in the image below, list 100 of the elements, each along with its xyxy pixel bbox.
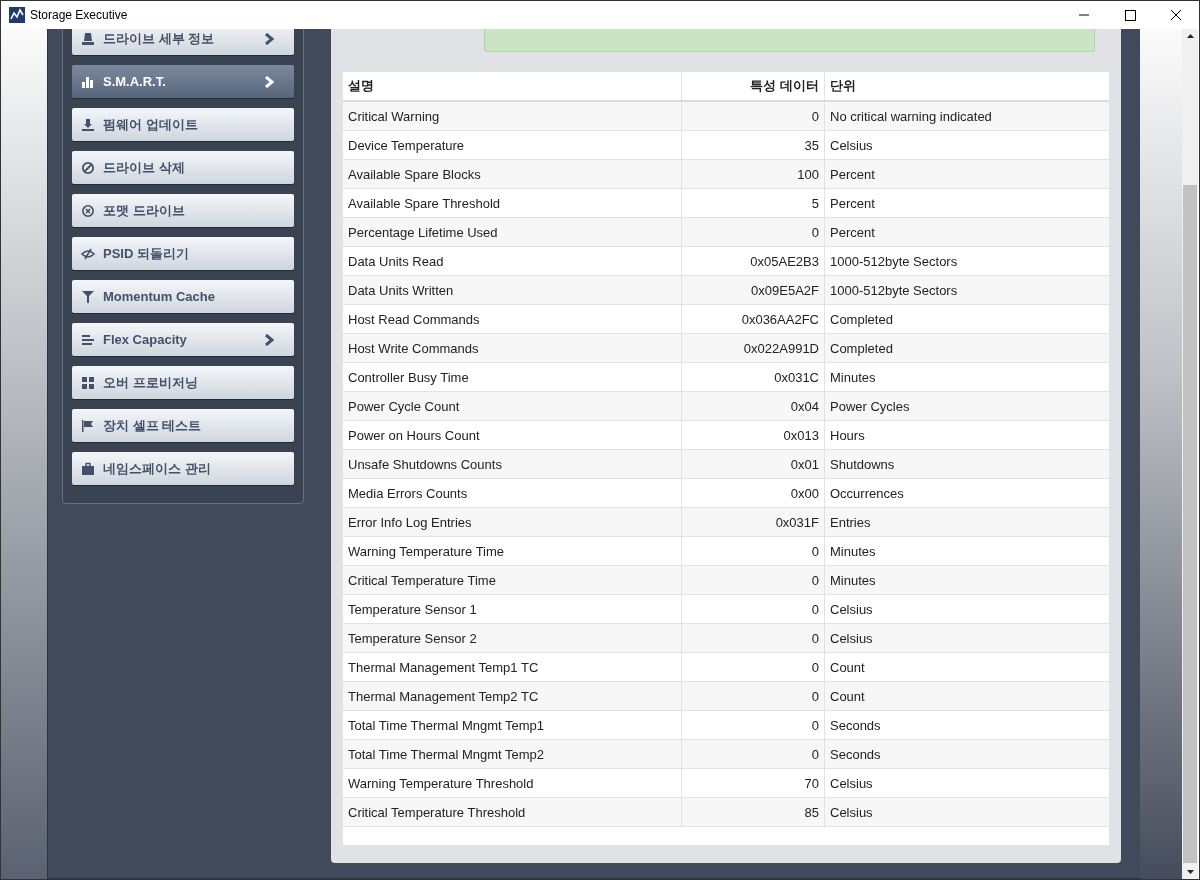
table-cell-text: Shutdowns (829, 455, 896, 474)
table-cell: 0 (682, 102, 825, 130)
table-cell: 0x00 (682, 479, 825, 507)
chevron-right-icon (264, 75, 274, 88)
table-cell: 0 (682, 566, 825, 594)
table-cell-text: Celsius (829, 803, 874, 822)
sidebar-item[interactable]: 드라이브 삭제 (72, 151, 294, 184)
table-cell: Unsafe Shutdowns Counts (343, 450, 682, 478)
sidebar-item[interactable]: 펌웨어 업데이트 (72, 108, 294, 141)
table-cell: 0x031F (682, 508, 825, 536)
table-cell-text: Celsius (829, 136, 874, 155)
table-cell: Critical Warning (343, 102, 682, 130)
table-cell-text: Minutes (829, 368, 877, 387)
column-header: 단위 (829, 77, 857, 95)
sidebar-icon (81, 461, 95, 476)
table-cell: Power Cycle Count (343, 392, 682, 420)
table-cell-text: No critical warning indicated (829, 107, 993, 126)
table-cell: 0x05AE2B3 (682, 247, 825, 275)
table-cell-text: Percent (829, 194, 876, 213)
table-cell: 0 (682, 624, 825, 652)
table-cell: Power on Hours Count (343, 421, 682, 449)
table-cell: Critical Temperature Threshold (343, 798, 682, 826)
table-cell: 0x036AA2FC (682, 305, 825, 333)
app-logo-icon (9, 7, 25, 23)
table-cell-text: 1000-512byte Sectors (829, 281, 959, 300)
table-cell-text: Celsius (829, 774, 874, 793)
table-cell: Warning Temperature Time (343, 537, 682, 565)
sidebar-icon (81, 375, 95, 390)
table-cell: Temperature Sensor 1 (343, 595, 682, 623)
table-cell: 0x013 (682, 421, 825, 449)
table-cell: 0 (682, 740, 825, 768)
table-cell-text: Seconds (829, 716, 882, 735)
table-cell-text: Entries (829, 513, 872, 532)
sidebar-item[interactable]: 장치 셀프 테스트 (72, 409, 294, 442)
table-cell: Available Spare Blocks (343, 160, 682, 188)
table-cell: 100 (682, 160, 825, 188)
table-cell: Data Units Read (343, 247, 682, 275)
table-cell-text: Power Cycles (829, 397, 911, 416)
sidebar-item[interactable]: 드라이브 세부 정보 (72, 29, 294, 55)
table-cell: 35 (682, 131, 825, 159)
sidebar-icon (81, 74, 95, 89)
sidebar-icon (81, 203, 95, 218)
table-cell: Error Info Log Entries (343, 508, 682, 536)
scrollbar-thumb[interactable] (1183, 185, 1197, 863)
table-cell: Temperature Sensor 2 (343, 624, 682, 652)
table-cell-text: Celsius (829, 629, 874, 648)
chevron-right-icon (264, 32, 274, 45)
table-cell: Host Write Commands (343, 334, 682, 362)
sidebar-item[interactable]: Momentum Cache (72, 280, 294, 313)
table-cell-text: Completed (829, 339, 894, 358)
table-cell: 0x04 (682, 392, 825, 420)
column-header: 설명 (343, 72, 682, 100)
sidebar-icon (81, 289, 95, 304)
table-cell: 70 (682, 769, 825, 797)
table-cell: 0x022A991D (682, 334, 825, 362)
table-cell: 0 (682, 595, 825, 623)
table-cell-text: Minutes (829, 571, 877, 590)
table-cell-text: Occurrences (829, 484, 905, 503)
table-cell-text: Count (829, 658, 866, 677)
table-cell-text: Hours (829, 426, 866, 445)
table-cell: Total Time Thermal Mngmt Temp1 (343, 711, 682, 739)
sidebar-item[interactable]: 네임스페이스 관리 (72, 452, 294, 485)
table-cell: Host Read Commands (343, 305, 682, 333)
table-cell-text: Percent (829, 165, 876, 184)
sidebar-item[interactable]: PSID 되돌리기 (72, 237, 294, 270)
table-cell: Device Temperature (343, 131, 682, 159)
table-cell: Available Spare Threshold (343, 189, 682, 217)
table-cell-text: Completed (829, 310, 894, 329)
sidebar-item[interactable]: Flex Capacity (72, 323, 294, 356)
column-header: 특성 데이터 (682, 72, 825, 100)
table-cell: 0 (682, 711, 825, 739)
table-cell: 0 (682, 218, 825, 246)
table-cell-text: Percent (829, 223, 876, 242)
table-cell: 0 (682, 537, 825, 565)
sidebar-item[interactable]: 오버 프로비저닝 (72, 366, 294, 399)
table-cell: 0x09E5A2F (682, 276, 825, 304)
chevron-right-icon (264, 333, 274, 346)
table-cell: Warning Temperature Threshold (343, 769, 682, 797)
table-cell: Total Time Thermal Mngmt Temp2 (343, 740, 682, 768)
sidebar-icon (81, 31, 95, 46)
table-cell: Thermal Management Temp2 TC (343, 682, 682, 710)
table-cell: Media Errors Counts (343, 479, 682, 507)
table-cell: Percentage Lifetime Used (343, 218, 682, 246)
table-cell: Controller Busy Time (343, 363, 682, 391)
table-cell: 0 (682, 682, 825, 710)
table-cell: 85 (682, 798, 825, 826)
table-cell-text: Count (829, 687, 866, 706)
table-cell: 5 (682, 189, 825, 217)
table-cell: Thermal Management Temp1 TC (343, 653, 682, 681)
sidebar-icon (81, 418, 95, 433)
sidebar-icon (81, 160, 95, 175)
table-cell-text: Minutes (829, 542, 877, 561)
table-cell-text: Seconds (829, 745, 882, 764)
window-title: Storage Executive (30, 8, 128, 22)
sidebar-item[interactable]: S.M.A.R.T. (72, 65, 294, 98)
table-cell: Data Units Written (343, 276, 682, 304)
sidebar-icon (81, 117, 95, 132)
sidebar-item[interactable]: 포맷 드라이브 (72, 194, 294, 227)
scrollbar[interactable] (1182, 29, 1198, 879)
sidebar-icon (81, 246, 95, 261)
